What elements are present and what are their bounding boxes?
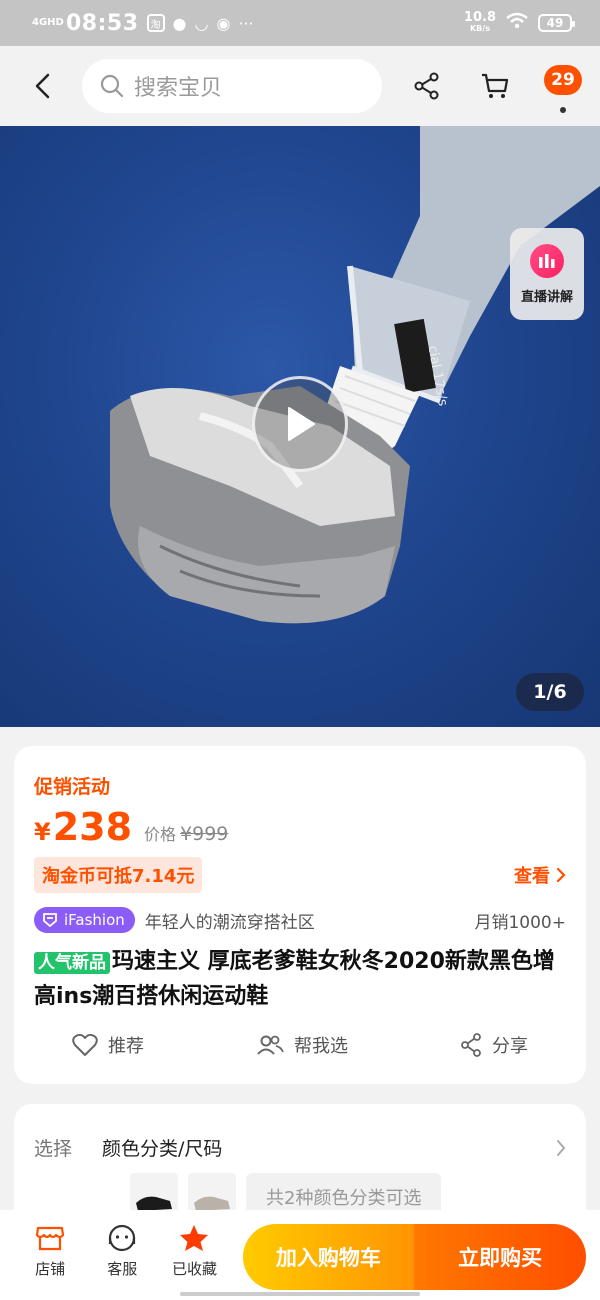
- promo-label: 促销活动: [34, 776, 111, 798]
- product-info-card: 促销活动 ¥ 238 价格 ¥999 淘金币可抵7.14元 查看 iFashio…: [14, 746, 586, 1084]
- share-button[interactable]: [408, 67, 446, 105]
- network-speed: 10.8 KB/s: [464, 11, 496, 34]
- select-value: 颜色分类/尺码: [102, 1138, 223, 1160]
- play-icon: [288, 407, 315, 441]
- ifashion-logo-icon: [43, 913, 57, 928]
- brand-badge-label: iFashion: [64, 911, 125, 929]
- cart-icon: [482, 73, 509, 98]
- help-choose-label: 帮我选: [294, 1036, 348, 1057]
- service-label: 客服: [107, 1260, 138, 1278]
- select-label: 选择: [34, 1138, 73, 1160]
- message-count-badge: 29: [544, 65, 582, 95]
- store-label: 店铺: [35, 1260, 66, 1278]
- live-explain-button[interactable]: 直播讲解: [510, 228, 584, 320]
- video-play-button[interactable]: [252, 376, 348, 472]
- buy-now-button[interactable]: 立即购买: [414, 1224, 586, 1290]
- product-image-gallery[interactable]: cial 17s/s 直播讲解 1/6: [0, 126, 600, 727]
- recommend-label: 推荐: [108, 1036, 144, 1057]
- search-icon: [100, 74, 124, 98]
- service-face-icon: [109, 1224, 136, 1252]
- price-row: ¥ 238 价格 ¥999: [34, 805, 566, 849]
- battery-indicator: 49: [538, 14, 575, 32]
- store-icon: [35, 1226, 65, 1251]
- recommend-button[interactable]: 推荐: [72, 1032, 144, 1058]
- heart-icon: [72, 1033, 98, 1056]
- monthly-sales: 月销1000+: [474, 912, 566, 933]
- view-link-label: 查看: [514, 866, 550, 887]
- chat-notification-icon: ●: [172, 13, 187, 33]
- product-title-text: 玛速主义 厚底老爹鞋女秋冬2020新款黑色增高ins潮百搭休闲运动鞋: [34, 949, 555, 1009]
- coin-offer-tag[interactable]: 淘金币可抵7.14元: [34, 857, 203, 893]
- original-price: ¥999: [180, 823, 229, 845]
- live-icon: [530, 243, 564, 278]
- bottom-action-bar: 店铺 客服 已收藏 加入购物车 立即购买: [0, 1210, 600, 1300]
- share-product-button[interactable]: 分享: [460, 1032, 528, 1058]
- brand-slogan: 年轻人的潮流穿搭社区: [144, 912, 315, 933]
- more-dot-icon: [560, 107, 566, 113]
- chevron-right-icon: [557, 1139, 566, 1156]
- search-input[interactable]: 搜索宝贝: [82, 59, 382, 113]
- search-placeholder: 搜索宝贝: [134, 76, 223, 101]
- image-page-indicator: 1/6: [516, 673, 584, 711]
- home-indicator[interactable]: [180, 1292, 420, 1296]
- top-nav: 搜索宝贝 29: [0, 46, 600, 126]
- messages-button[interactable]: 29: [544, 65, 582, 113]
- weibo-notification-icon: ◉: [216, 13, 231, 33]
- cart-button[interactable]: [476, 67, 514, 105]
- status-time: 08:53: [66, 10, 139, 36]
- network-indicator: 4GHD: [32, 17, 64, 28]
- share-icon: [461, 1033, 481, 1057]
- purchase-buttons: 加入购物车 立即购买: [242, 1224, 586, 1290]
- view-offer-link[interactable]: 查看: [514, 862, 566, 888]
- share-icon: [414, 72, 439, 100]
- wifi-icon: [506, 12, 528, 35]
- customer-service-button[interactable]: 客服: [86, 1224, 158, 1279]
- favorite-button[interactable]: 已收藏: [158, 1224, 230, 1279]
- store-button[interactable]: 店铺: [14, 1224, 86, 1279]
- ifashion-badge[interactable]: iFashion: [34, 907, 135, 933]
- help-me-choose-button[interactable]: 帮我选: [256, 1032, 348, 1058]
- cup-notification-icon: ◡: [194, 13, 209, 33]
- product-title: 人气新品 玛速主义 厚底老爹鞋女秋冬2020新款黑色增高ins潮百搭休闲运动鞋: [34, 945, 566, 1014]
- taobao-notification-icon: 淘: [146, 14, 165, 32]
- share-label: 分享: [492, 1036, 528, 1057]
- original-price-label: 价格: [144, 825, 177, 844]
- add-to-cart-button[interactable]: 加入购物车: [242, 1224, 415, 1290]
- popular-new-tag: 人气新品: [34, 952, 110, 974]
- more-notifications-icon: ···: [238, 13, 254, 33]
- live-label: 直播讲解: [520, 289, 573, 305]
- chevron-right-icon: [556, 867, 566, 883]
- status-bar: 4GHD 08:53 淘 ● ◡ ◉ ··· 10.8 KB/s 49: [0, 0, 600, 46]
- people-icon: [257, 1035, 284, 1055]
- back-arrow-icon: [35, 73, 50, 99]
- favorited-label: 已收藏: [171, 1260, 217, 1278]
- currency-symbol: ¥: [34, 818, 51, 846]
- current-price: 238: [52, 805, 133, 849]
- back-button[interactable]: [22, 66, 62, 106]
- star-icon: [180, 1225, 209, 1251]
